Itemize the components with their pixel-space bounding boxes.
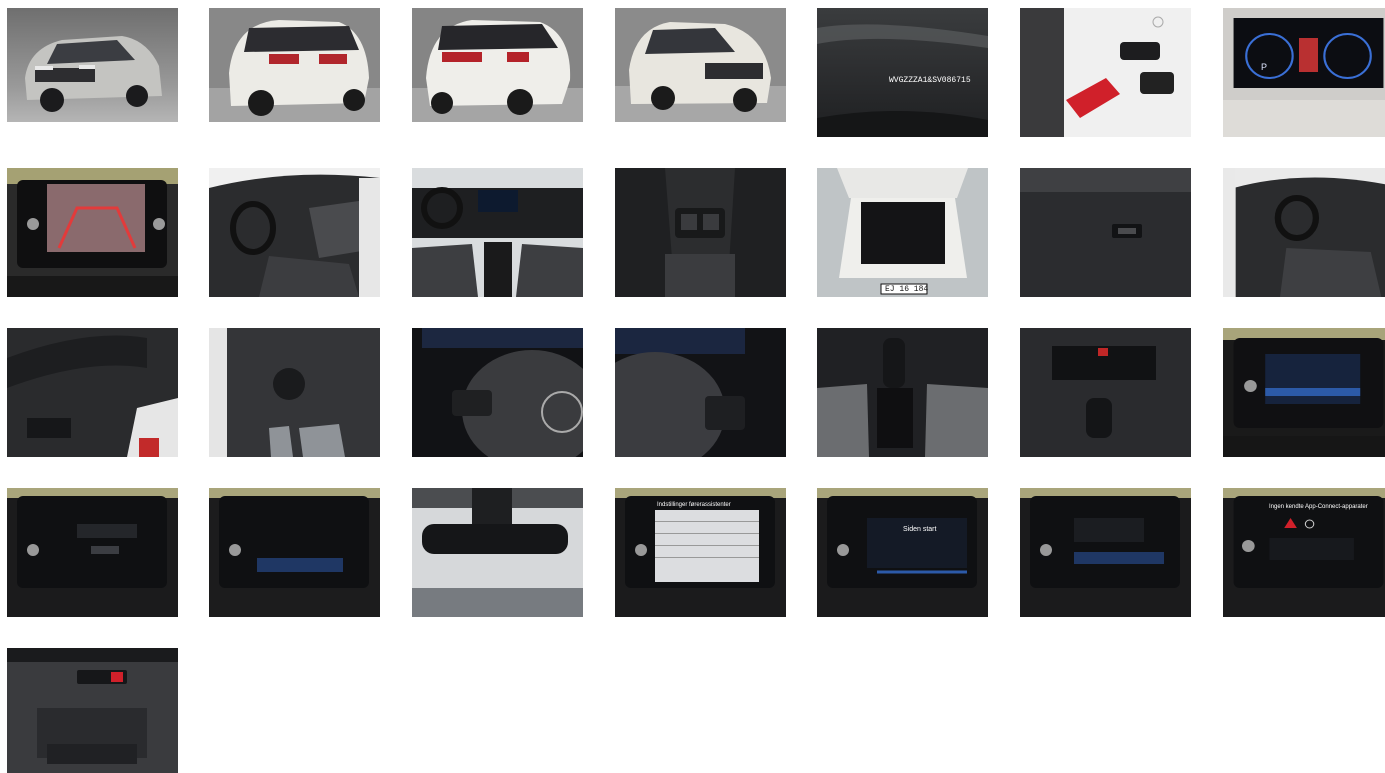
photo-screen-dialog[interactable] [7, 488, 178, 617]
photo-interior-side-view[interactable] [209, 168, 380, 297]
photo-vin-windshield[interactable]: WVGZZZA1&SV086715 [817, 8, 988, 137]
photo-gallery: WVGZZZA1&SV086715 P EJ 16 184 Indstillin… [0, 0, 1385, 773]
photo-rear-camera-screen[interactable] [7, 168, 178, 297]
photo-gear-shifter[interactable] [817, 328, 988, 457]
photo-trip-computer[interactable]: Siden start [817, 488, 988, 617]
photo-trunk-open[interactable]: EJ 16 184 [817, 168, 988, 297]
photo-driver-assist-menu[interactable]: Indstillinger førerassistenter [615, 488, 786, 617]
photo-trunk-button[interactable] [1020, 168, 1191, 297]
photo-light-switch-pedals[interactable] [209, 328, 380, 457]
photo-climate-controls[interactable] [1020, 328, 1191, 457]
photo-rear-vents[interactable] [615, 168, 786, 297]
photo-exterior-front-right[interactable] [615, 8, 786, 122]
photo-overhead-console[interactable] [7, 648, 178, 773]
photo-exterior-front-left[interactable] [7, 8, 178, 122]
license-plate-text: EJ 16 184 [885, 285, 929, 294]
photo-steering-wheel-left[interactable] [412, 328, 583, 457]
photo-screen-no-devices[interactable] [209, 488, 380, 617]
photo-rearview-mirror[interactable] [412, 488, 583, 617]
photo-door-panel[interactable] [7, 328, 178, 457]
photo-app-connect-screen[interactable]: Ingen kendte App-Connect-apparater [1223, 488, 1385, 617]
photo-digital-cockpit[interactable]: P [1223, 8, 1385, 137]
trip-since-start-text: Siden start [903, 526, 937, 533]
photo-infotainment-radio[interactable] [1223, 328, 1385, 457]
vin-number-text: WVGZZZA1&SV086715 [889, 76, 971, 85]
photo-dashboard-overview[interactable] [412, 168, 583, 297]
photo-cabin-from-door[interactable] [1223, 168, 1385, 297]
assist-menu-title: Indstillinger førerassistenter [657, 502, 731, 508]
gear-indicator-text: P [1261, 62, 1268, 72]
photo-manual-and-keys[interactable] [1020, 8, 1191, 137]
app-connect-title: Ingen kendte App-Connect-apparater [1269, 504, 1368, 510]
photo-exterior-rear-left[interactable] [209, 8, 380, 122]
photo-screen-message[interactable] [1020, 488, 1191, 617]
photo-steering-wheel-right[interactable] [615, 328, 786, 457]
photo-exterior-rear-right[interactable] [412, 8, 583, 122]
